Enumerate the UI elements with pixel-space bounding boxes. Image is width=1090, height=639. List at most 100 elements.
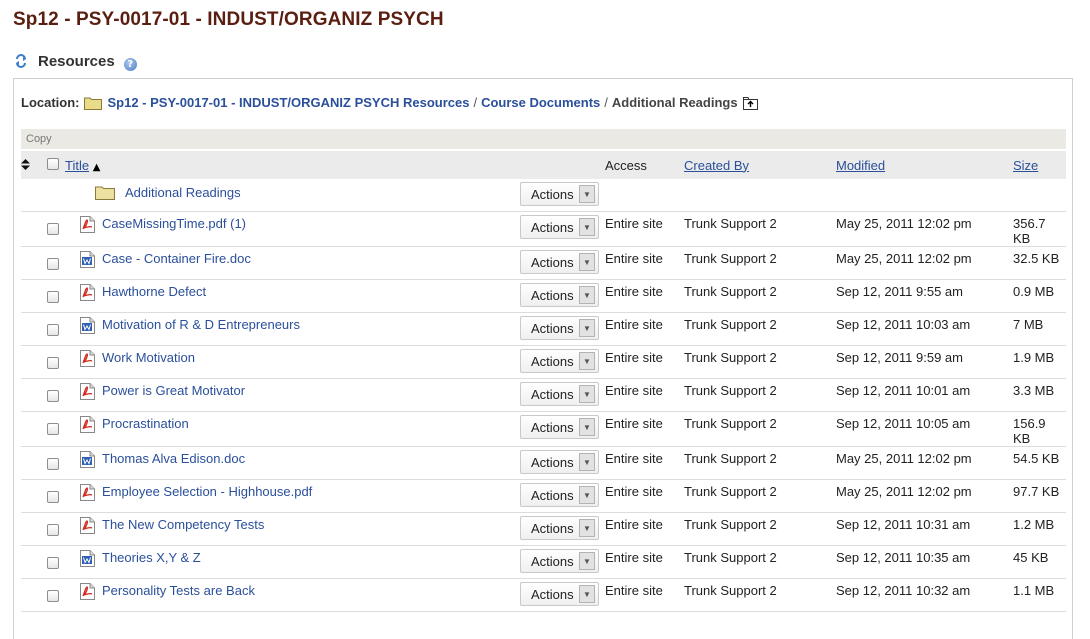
actions-dropdown[interactable]: Actions ▼ bbox=[520, 450, 599, 474]
file-link[interactable]: Employee Selection - Highhouse.pdf bbox=[102, 484, 312, 499]
up-folder-icon[interactable] bbox=[742, 96, 758, 110]
created-by-cell: Trunk Support 2 bbox=[684, 216, 777, 231]
select-all-checkbox[interactable] bbox=[47, 157, 59, 170]
folder-row: Additional Readings Actions ▼ bbox=[21, 179, 1066, 212]
table-row: CaseMissingTime.pdf (1) Actions ▼ Entire si… bbox=[21, 211, 1066, 247]
breadcrumb-link-course-documents[interactable]: Course Documents bbox=[481, 95, 600, 110]
sort-by-title-link[interactable]: Title bbox=[65, 158, 89, 173]
access-cell: Entire site bbox=[605, 550, 663, 565]
file-link[interactable]: Case - Container Fire.doc bbox=[102, 251, 251, 266]
created-by-cell: Trunk Support 2 bbox=[684, 550, 777, 565]
access-cell: Entire site bbox=[605, 484, 663, 499]
file-link[interactable]: Work Motivation bbox=[102, 350, 195, 365]
actions-dropdown[interactable]: Actions ▼ bbox=[520, 582, 599, 606]
created-by-cell: Trunk Support 2 bbox=[684, 284, 777, 299]
chevron-down-icon: ▼ bbox=[579, 418, 595, 436]
chevron-down-icon: ▼ bbox=[579, 352, 595, 370]
file-link[interactable]: CaseMissingTime.pdf (1) bbox=[102, 216, 246, 231]
row-select-checkbox[interactable] bbox=[47, 491, 59, 503]
actions-label: Actions bbox=[531, 353, 574, 369]
copy-button[interactable]: Copy bbox=[21, 129, 1066, 149]
resources-panel: Location: Sp12 - PSY-0017-01 - INDUST/OR… bbox=[13, 78, 1073, 639]
actions-dropdown[interactable]: Actions ▼ bbox=[520, 250, 599, 274]
sort-by-modified-link[interactable]: Modified bbox=[836, 158, 885, 173]
chevron-down-icon: ▼ bbox=[579, 319, 595, 337]
breadcrumb-separator: / bbox=[473, 95, 478, 110]
actions-label: Actions bbox=[531, 287, 574, 303]
actions-label: Actions bbox=[531, 186, 574, 202]
file-link[interactable]: Theories X,Y & Z bbox=[102, 550, 201, 565]
actions-dropdown[interactable]: Actions ▼ bbox=[520, 516, 599, 540]
actions-dropdown[interactable]: Actions ▼ bbox=[520, 415, 599, 439]
actions-dropdown[interactable]: Actions ▼ bbox=[520, 215, 599, 239]
row-select-checkbox[interactable] bbox=[47, 223, 59, 235]
reset-arrows-icon[interactable] bbox=[14, 54, 28, 68]
actions-dropdown[interactable]: Actions ▼ bbox=[520, 283, 599, 307]
table-row: Motivation of R & D Entrepreneurs Actions… bbox=[21, 312, 1066, 346]
chevron-down-icon: ▼ bbox=[579, 585, 595, 603]
row-select-checkbox[interactable] bbox=[47, 590, 59, 602]
sort-by-created-by-link[interactable]: Created By bbox=[684, 158, 749, 173]
file-link[interactable]: Motivation of R & D Entrepreneurs bbox=[102, 317, 300, 332]
pdf-file-icon bbox=[80, 383, 95, 400]
folder-link[interactable]: Additional Readings bbox=[125, 185, 241, 200]
size-cell: 1.9 MB bbox=[1013, 350, 1055, 365]
row-select-checkbox[interactable] bbox=[47, 324, 59, 336]
file-link[interactable]: Hawthorne Defect bbox=[102, 284, 206, 299]
size-cell: 0.9 MB bbox=[1013, 284, 1055, 299]
pdf-file-icon bbox=[80, 416, 95, 433]
file-link[interactable]: Personality Tests are Back bbox=[102, 583, 255, 598]
file-link[interactable]: Power is Great Motivator bbox=[102, 383, 245, 398]
actions-dropdown[interactable]: Actions ▼ bbox=[520, 483, 599, 507]
row-select-checkbox[interactable] bbox=[47, 291, 59, 303]
modified-cell: Sep 12, 2011 10:31 am bbox=[836, 517, 971, 532]
expand-collapse-icon[interactable] bbox=[21, 151, 43, 179]
row-select-checkbox[interactable] bbox=[47, 524, 59, 536]
help-icon[interactable]: ? bbox=[123, 57, 137, 71]
actions-dropdown[interactable]: Actions ▼ bbox=[520, 182, 599, 206]
sort-by-size-link[interactable]: Size bbox=[1013, 158, 1038, 173]
modified-cell: May 25, 2011 12:02 pm bbox=[836, 484, 972, 499]
word-doc-icon bbox=[80, 451, 95, 468]
row-select-checkbox[interactable] bbox=[47, 423, 59, 435]
row-select-checkbox[interactable] bbox=[47, 390, 59, 402]
access-cell: Entire site bbox=[605, 416, 663, 431]
size-cell: 45 KB bbox=[1013, 550, 1049, 565]
location-label: Location: bbox=[21, 95, 80, 110]
breadcrumb-current: Additional Readings bbox=[611, 95, 738, 110]
actions-dropdown[interactable]: Actions ▼ bbox=[520, 349, 599, 373]
actions-dropdown[interactable]: Actions ▼ bbox=[520, 382, 599, 406]
modified-cell: Sep 12, 2011 10:35 am bbox=[836, 550, 971, 565]
modified-cell: Sep 12, 2011 10:05 am bbox=[836, 416, 971, 431]
access-cell: Entire site bbox=[605, 317, 663, 332]
pdf-file-icon bbox=[80, 350, 95, 367]
row-select-checkbox[interactable] bbox=[47, 458, 59, 470]
chevron-down-icon: ▼ bbox=[579, 218, 595, 236]
pdf-file-icon bbox=[80, 517, 95, 534]
access-cell: Entire site bbox=[605, 583, 663, 598]
breadcrumb-link-resources[interactable]: Sp12 - PSY-0017-01 - INDUST/ORGANIZ PSYC… bbox=[108, 95, 470, 110]
pdf-file-icon bbox=[80, 583, 95, 600]
access-cell: Entire site bbox=[605, 284, 663, 299]
file-link[interactable]: The New Competency Tests bbox=[102, 517, 264, 532]
file-link[interactable]: Procrastination bbox=[102, 416, 189, 431]
modified-cell: May 25, 2011 12:02 pm bbox=[836, 251, 972, 266]
created-by-cell: Trunk Support 2 bbox=[684, 251, 777, 266]
size-cell: 156.9 KB bbox=[1013, 416, 1046, 446]
row-select-checkbox[interactable] bbox=[47, 357, 59, 369]
folder-icon bbox=[95, 186, 115, 200]
chevron-down-icon: ▼ bbox=[579, 519, 595, 537]
table-row: Procrastination Actions ▼ Entire site Trunk … bbox=[21, 411, 1066, 447]
row-select-checkbox[interactable] bbox=[47, 258, 59, 270]
access-column-header: Access bbox=[605, 151, 684, 179]
file-link[interactable]: Thomas Alva Edison.doc bbox=[102, 451, 245, 466]
chevron-down-icon: ▼ bbox=[579, 185, 595, 203]
created-by-cell: Trunk Support 2 bbox=[684, 451, 777, 466]
access-cell: Entire site bbox=[605, 216, 663, 231]
pdf-file-icon bbox=[80, 216, 95, 233]
actions-dropdown[interactable]: Actions ▼ bbox=[520, 316, 599, 340]
row-select-checkbox[interactable] bbox=[47, 557, 59, 569]
created-by-cell: Trunk Support 2 bbox=[684, 416, 777, 431]
actions-dropdown[interactable]: Actions ▼ bbox=[520, 549, 599, 573]
chevron-down-icon: ▼ bbox=[579, 552, 595, 570]
